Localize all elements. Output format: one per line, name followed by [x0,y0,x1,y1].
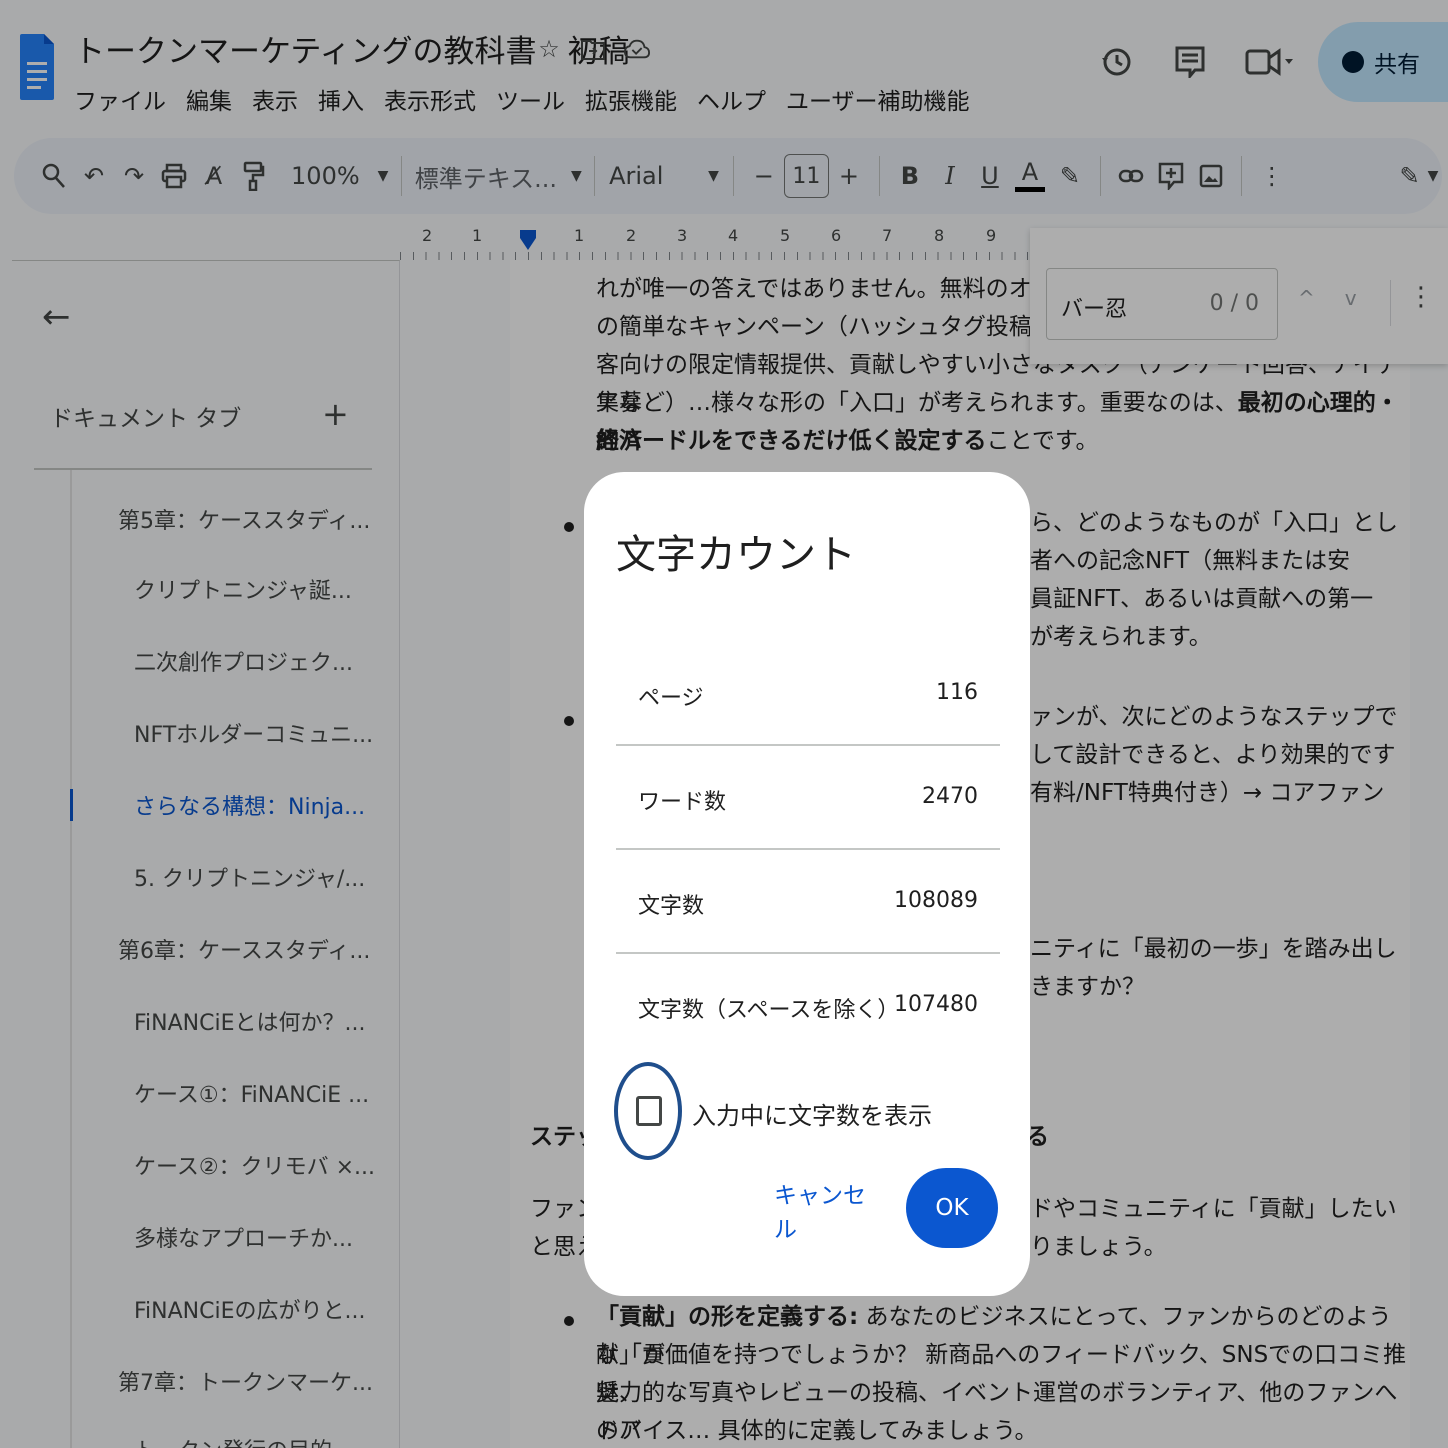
dialog-title: 文字カウント [616,532,856,578]
stat-value: 108089 [894,888,978,913]
stat-row-pages: ページ 116 [616,642,1000,746]
stat-value: 116 [936,680,978,705]
show-count-label[interactable]: 入力中に文字数を表示 [692,1096,932,1131]
stat-row-characters: 文字数 108089 [616,850,1000,954]
show-count-checkbox[interactable] [636,1096,662,1126]
ok-button[interactable]: OK [906,1168,998,1248]
stat-label: 文字数 [638,894,705,919]
cancel-button[interactable]: キャンセル [774,1183,884,1243]
word-count-dialog: 文字カウント ページ 116 ワード数 2470 文字数 108089 文字数（… [584,472,1030,1296]
stat-value: 2470 [922,784,978,809]
stat-label: 文字数（スペースを除く） [638,998,900,1023]
stat-label: ページ [638,686,704,711]
stat-row-words: ワード数 2470 [616,746,1000,850]
stat-label: ワード数 [638,790,727,815]
stat-row-characters-no-spaces: 文字数（スペースを除く） 107480 [616,954,1000,1058]
stat-value: 107480 [894,992,978,1017]
